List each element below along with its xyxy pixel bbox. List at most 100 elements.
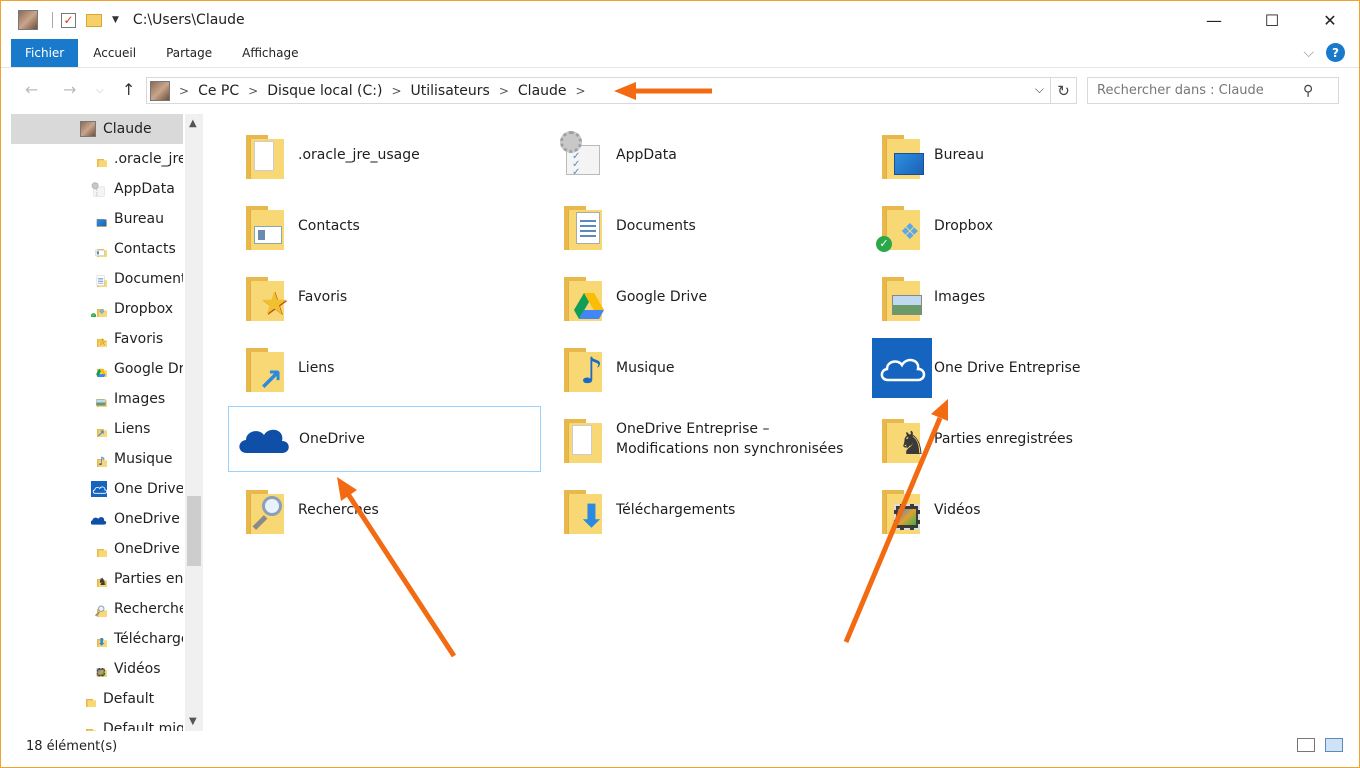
sidebar-item-favoris[interactable]: ★ Favoris	[11, 324, 183, 354]
file-item-label: Google Drive	[616, 287, 707, 307]
sidebar-item-musique[interactable]: ♪ Musique	[11, 444, 183, 474]
address-dropdown-icon[interactable]: ⌵	[1035, 82, 1044, 97]
sidebar-item-google-dr[interactable]: Google Dr	[11, 354, 183, 384]
sidebar-item-t-l-charge[interactable]: ⬇ Télécharge	[11, 624, 183, 654]
folder-icon	[91, 151, 107, 167]
file-item-onedrive-entreprise[interactable]: OneDrive Entreprise – Modifications non s…	[546, 406, 859, 472]
details-view-icon[interactable]	[1297, 738, 1315, 752]
sidebar-item-label: Liens	[114, 421, 151, 437]
new-folder-icon[interactable]	[86, 13, 102, 27]
file-item-label: Vidéos	[934, 500, 981, 520]
minimize-button[interactable]: —	[1185, 1, 1243, 39]
sidebar-item-label: Claude	[103, 121, 152, 137]
file-item-musique[interactable]: ♪ Musique	[546, 335, 859, 401]
file-item-dropbox[interactable]: ❖ ✓ Dropbox	[864, 193, 1177, 259]
file-item-parties-enregistr-es[interactable]: ♞ Parties enregistrées	[864, 406, 1177, 472]
onedrive-business-icon	[872, 338, 932, 398]
file-item-liens[interactable]: ↗ Liens	[228, 335, 541, 401]
file-item-bureau[interactable]: Bureau	[864, 122, 1177, 188]
chevron-right-icon[interactable]: >	[499, 84, 509, 98]
file-item-google-drive[interactable]: Google Drive	[546, 264, 859, 330]
links-folder-icon: ↗	[240, 340, 290, 396]
help-icon[interactable]: ?	[1326, 43, 1345, 62]
user-photo-icon	[150, 80, 170, 101]
sidebar-item-label: Favoris	[114, 331, 164, 347]
file-item-one-drive-entreprise[interactable]: One Drive Entreprise	[864, 335, 1177, 401]
sidebar-item-liens[interactable]: ↗ Liens	[11, 414, 183, 444]
large-icons-view-icon[interactable]	[1325, 738, 1343, 752]
chevron-right-icon[interactable]: >	[248, 84, 258, 98]
searches-folder-icon	[91, 601, 107, 617]
breadcrumb-utilisateurs[interactable]: Utilisateurs	[411, 83, 490, 99]
address-bar[interactable]: > Ce PC > Disque local (C:) > Utilisateu…	[146, 77, 1051, 104]
tab-partage[interactable]: Partage	[151, 39, 227, 67]
breadcrumb-claude[interactable]: Claude	[518, 83, 567, 99]
file-item-label-line: Documents	[616, 218, 696, 234]
expand-ribbon-chevron-icon[interactable]: ⌵	[1303, 45, 1314, 61]
sidebar-item-default[interactable]: Default	[11, 684, 183, 714]
breadcrumb-disque-local[interactable]: Disque local (C:)	[267, 83, 382, 99]
customize-toolbar-dropdown-icon[interactable]: ▼	[112, 15, 119, 25]
search-icon[interactable]: ⚲	[1303, 83, 1313, 99]
sidebar-item-label: OneDrive	[114, 511, 180, 527]
refresh-button[interactable]: ↻	[1051, 77, 1077, 104]
file-item-recherches[interactable]: Recherches	[228, 477, 541, 543]
ribbon-right-controls: ⌵ ?	[1303, 43, 1345, 62]
file-item-onedrive[interactable]: OneDrive	[228, 406, 541, 472]
properties-check-icon[interactable]: ✓	[61, 12, 76, 28]
search-input[interactable]	[1088, 83, 1303, 98]
breadcrumb-ce-pc[interactable]: Ce PC	[198, 83, 239, 99]
navigation-pane-scrollbar[interactable]: ▲ ▼	[185, 114, 203, 731]
sidebar-item-images[interactable]: Images	[11, 384, 183, 414]
forward-arrow-icon[interactable]: →	[63, 80, 76, 99]
tab-fichier[interactable]: Fichier	[11, 39, 79, 67]
file-item-label-line: Liens	[298, 360, 335, 376]
user-photo-icon[interactable]	[18, 10, 38, 30]
documents-folder-icon	[91, 271, 107, 287]
file-item-label: Documents	[616, 216, 696, 236]
scroll-down-icon[interactable]: ▼	[189, 716, 197, 727]
up-arrow-icon[interactable]: ↑	[122, 80, 135, 99]
sidebar-item-appdata[interactable]: ✓ ✓ ✓ AppData	[11, 174, 183, 204]
sidebar-item-recherche[interactable]: Recherche	[11, 594, 183, 624]
chevron-right-icon[interactable]: >	[576, 84, 586, 98]
chevron-right-icon[interactable]: >	[179, 84, 189, 98]
file-item-contacts[interactable]: Contacts	[228, 193, 541, 259]
file-item-label-line: OneDrive	[299, 431, 365, 447]
sidebar-item-label: Dropbox	[114, 301, 173, 317]
scrollbar-thumb[interactable]	[187, 496, 201, 566]
file-item-documents[interactable]: Documents	[546, 193, 859, 259]
sidebar-item-default-mig[interactable]: Default mig	[11, 714, 183, 731]
file-item-vid-os[interactable]: Vidéos	[864, 477, 1177, 543]
google-drive-folder-icon	[91, 361, 107, 377]
scroll-up-icon[interactable]: ▲	[189, 118, 197, 129]
file-item-label-line: AppData	[616, 147, 677, 163]
title-bar: ✓ ▼ C:\Users\Claude — ☐ ✕	[1, 1, 1359, 39]
sidebar-item-onedrive-e[interactable]: OneDrive E	[11, 534, 183, 564]
sidebar-item-one-drive[interactable]: One Drive	[11, 474, 183, 504]
tab-affichage[interactable]: Affichage	[227, 39, 313, 67]
sidebar-item-parties-enr[interactable]: ♞ Parties enr	[11, 564, 183, 594]
tab-accueil[interactable]: Accueil	[78, 39, 151, 67]
file-item-t-l-chargements[interactable]: ⬇ Téléchargements	[546, 477, 859, 543]
sidebar-item-onedrive[interactable]: OneDrive	[11, 504, 183, 534]
sidebar-item-oracle-jre[interactable]: .oracle_jre_	[11, 144, 183, 174]
chevron-right-icon[interactable]: >	[391, 84, 401, 98]
toolbar-separator	[52, 12, 53, 28]
sidebar-item-document[interactable]: Document	[11, 264, 183, 294]
back-arrow-icon[interactable]: ←	[25, 80, 38, 99]
file-item-oracle-jre-usage[interactable]: .oracle_jre_usage	[228, 122, 541, 188]
sidebar-item-vid-os[interactable]: Vidéos	[11, 654, 183, 684]
recent-locations-dropdown-icon[interactable]: ⌵	[96, 85, 104, 96]
file-item-images[interactable]: Images	[864, 264, 1177, 330]
sidebar-item-claude[interactable]: Claude	[11, 114, 183, 144]
sidebar-item-dropbox[interactable]: ❖ ✓ Dropbox	[11, 294, 183, 324]
sidebar-item-contacts[interactable]: Contacts	[11, 234, 183, 264]
sidebar-item-bureau[interactable]: Bureau	[11, 204, 183, 234]
file-item-favoris[interactable]: ★ Favoris	[228, 264, 541, 330]
maximize-button[interactable]: ☐	[1243, 1, 1301, 39]
file-item-appdata[interactable]: ✓ ✓ ✓ AppData	[546, 122, 859, 188]
onedrive-business-icon	[91, 481, 107, 497]
close-button[interactable]: ✕	[1301, 1, 1359, 39]
search-box: ⚲	[1087, 77, 1339, 104]
